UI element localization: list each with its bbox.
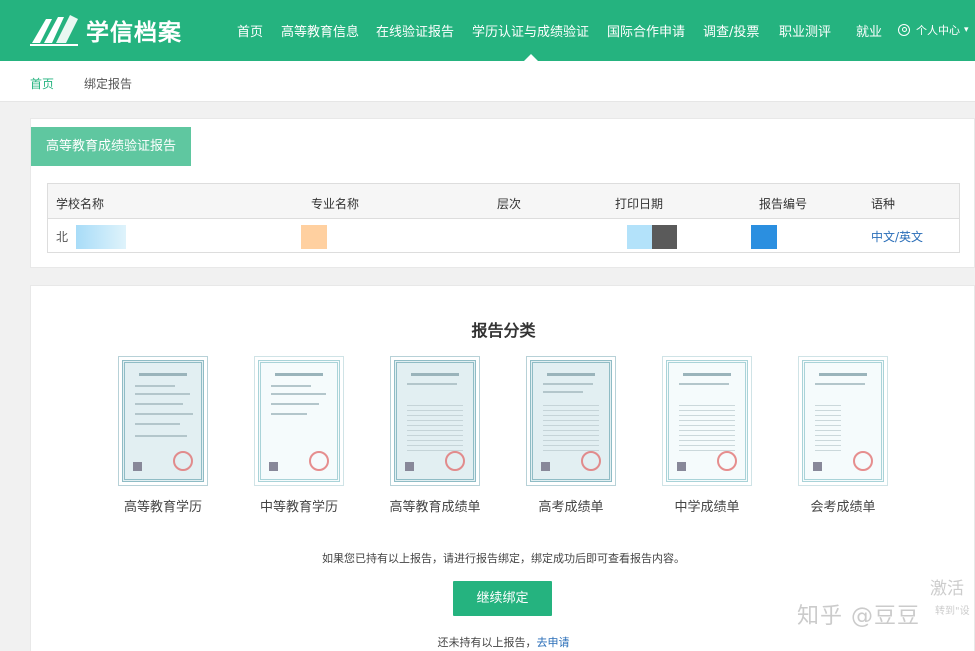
- category-gaokao-transcript[interactable]: 高考成绩单: [511, 356, 631, 515]
- col-report-no: 报告编号: [759, 197, 808, 211]
- logo-text: 学信档案: [86, 20, 182, 46]
- windows-activate-subtext: 转到"设: [935, 606, 970, 617]
- redacted-date-block: [627, 225, 677, 249]
- breadcrumb-current: 绑定报告: [84, 77, 133, 91]
- breadcrumb: 首页 绑定报告: [0, 61, 975, 102]
- certificate-thumbnail: [662, 356, 752, 486]
- cell-school: 北: [56, 230, 69, 244]
- top-header: 学信档案 首页 高等教育信息 在线验证报告 学历认证与成绩验证 国际合作申请 调…: [0, 0, 975, 61]
- certificate-thumbnail: [526, 356, 616, 486]
- nav-employment[interactable]: 就业: [856, 21, 882, 40]
- category-huikao-transcript[interactable]: 会考成绩单: [783, 356, 903, 515]
- nav-online-verify[interactable]: 在线验证报告: [376, 21, 454, 40]
- continue-bind-button[interactable]: 继续绑定: [453, 581, 552, 616]
- zhihu-watermark: 知乎 @豆豆: [797, 604, 920, 629]
- user-icon: [898, 24, 910, 36]
- category-higher-edu-transcript[interactable]: 高等教育成绩单: [375, 356, 495, 515]
- windows-activate-text: 激活: [930, 579, 964, 599]
- category-label: 中学成绩单: [674, 500, 740, 515]
- site-logo[interactable]: 学信档案: [30, 13, 182, 47]
- apply-link[interactable]: 去申请: [537, 636, 570, 649]
- tab-higher-edu-transcript-report[interactable]: 高等教育成绩验证报告: [31, 127, 191, 166]
- apply-tip: 还未持有以上报告，去申请: [31, 634, 975, 650]
- nav-intl-cooperation[interactable]: 国际合作申请: [607, 21, 685, 40]
- redacted-school-block: [76, 225, 126, 249]
- col-school: 学校名称: [56, 197, 105, 211]
- certificate-thumbnail: [118, 356, 208, 486]
- table-header: 学校名称 专业名称 层次 打印日期 报告编号 语种: [48, 184, 959, 219]
- apply-tip-text: 还未持有以上报告，: [437, 636, 537, 649]
- col-language: 语种: [871, 197, 896, 211]
- category-label: 高等教育学历: [123, 500, 202, 515]
- nav-degree-certification[interactable]: 学历认证与成绩验证: [472, 21, 589, 40]
- col-level: 层次: [497, 197, 522, 211]
- certificate-thumbnail: [798, 356, 888, 486]
- certificate-thumbnail: [390, 356, 480, 486]
- book-logo-icon: [30, 15, 78, 46]
- redacted-report-no-block: [751, 225, 777, 249]
- category-label: 会考成绩单: [810, 500, 876, 515]
- chevron-down-icon: ▾: [964, 25, 969, 35]
- redacted-major-block: [301, 225, 327, 249]
- category-label: 高考成绩单: [538, 500, 604, 515]
- category-panel: 报告分类 高等教育学历 中等教育学历 高等教育成绩单 高考成绩单 中学成绩单 会…: [30, 285, 975, 651]
- nav-home[interactable]: 首页: [237, 21, 263, 40]
- nav-survey[interactable]: 调查/投票: [703, 21, 759, 40]
- category-title: 报告分类: [471, 321, 536, 340]
- report-table: 学校名称 专业名称 层次 打印日期 报告编号 语种 北 中文/英文: [47, 183, 960, 253]
- user-menu-label: 个人中心: [916, 24, 960, 37]
- active-nav-caret-icon: [524, 54, 538, 61]
- category-label: 高等教育成绩单: [389, 500, 481, 515]
- category-middle-school-transcript[interactable]: 中学成绩单: [647, 356, 767, 515]
- col-print-date: 打印日期: [615, 197, 664, 211]
- nav-career-test[interactable]: 职业测评: [779, 21, 831, 40]
- user-menu[interactable]: 个人中心 ▾: [898, 22, 969, 38]
- language-link[interactable]: 中文/英文: [871, 228, 923, 245]
- report-panel: 高等教育成绩验证报告 学校名称 专业名称 层次 打印日期 报告编号 语种 北 中…: [30, 118, 975, 268]
- breadcrumb-home[interactable]: 首页: [30, 75, 54, 92]
- nav-higher-edu-info[interactable]: 高等教育信息: [281, 21, 359, 40]
- category-secondary-edu-degree[interactable]: 中等教育学历: [239, 356, 359, 515]
- category-label: 中等教育学历: [259, 500, 338, 515]
- certificate-thumbnail: [254, 356, 344, 486]
- bind-tip-text: 如果您已持有以上报告，请进行报告绑定，绑定成功后即可查看报告内容。: [322, 552, 685, 565]
- category-higher-edu-degree[interactable]: 高等教育学历: [103, 356, 223, 515]
- col-major: 专业名称: [311, 197, 360, 211]
